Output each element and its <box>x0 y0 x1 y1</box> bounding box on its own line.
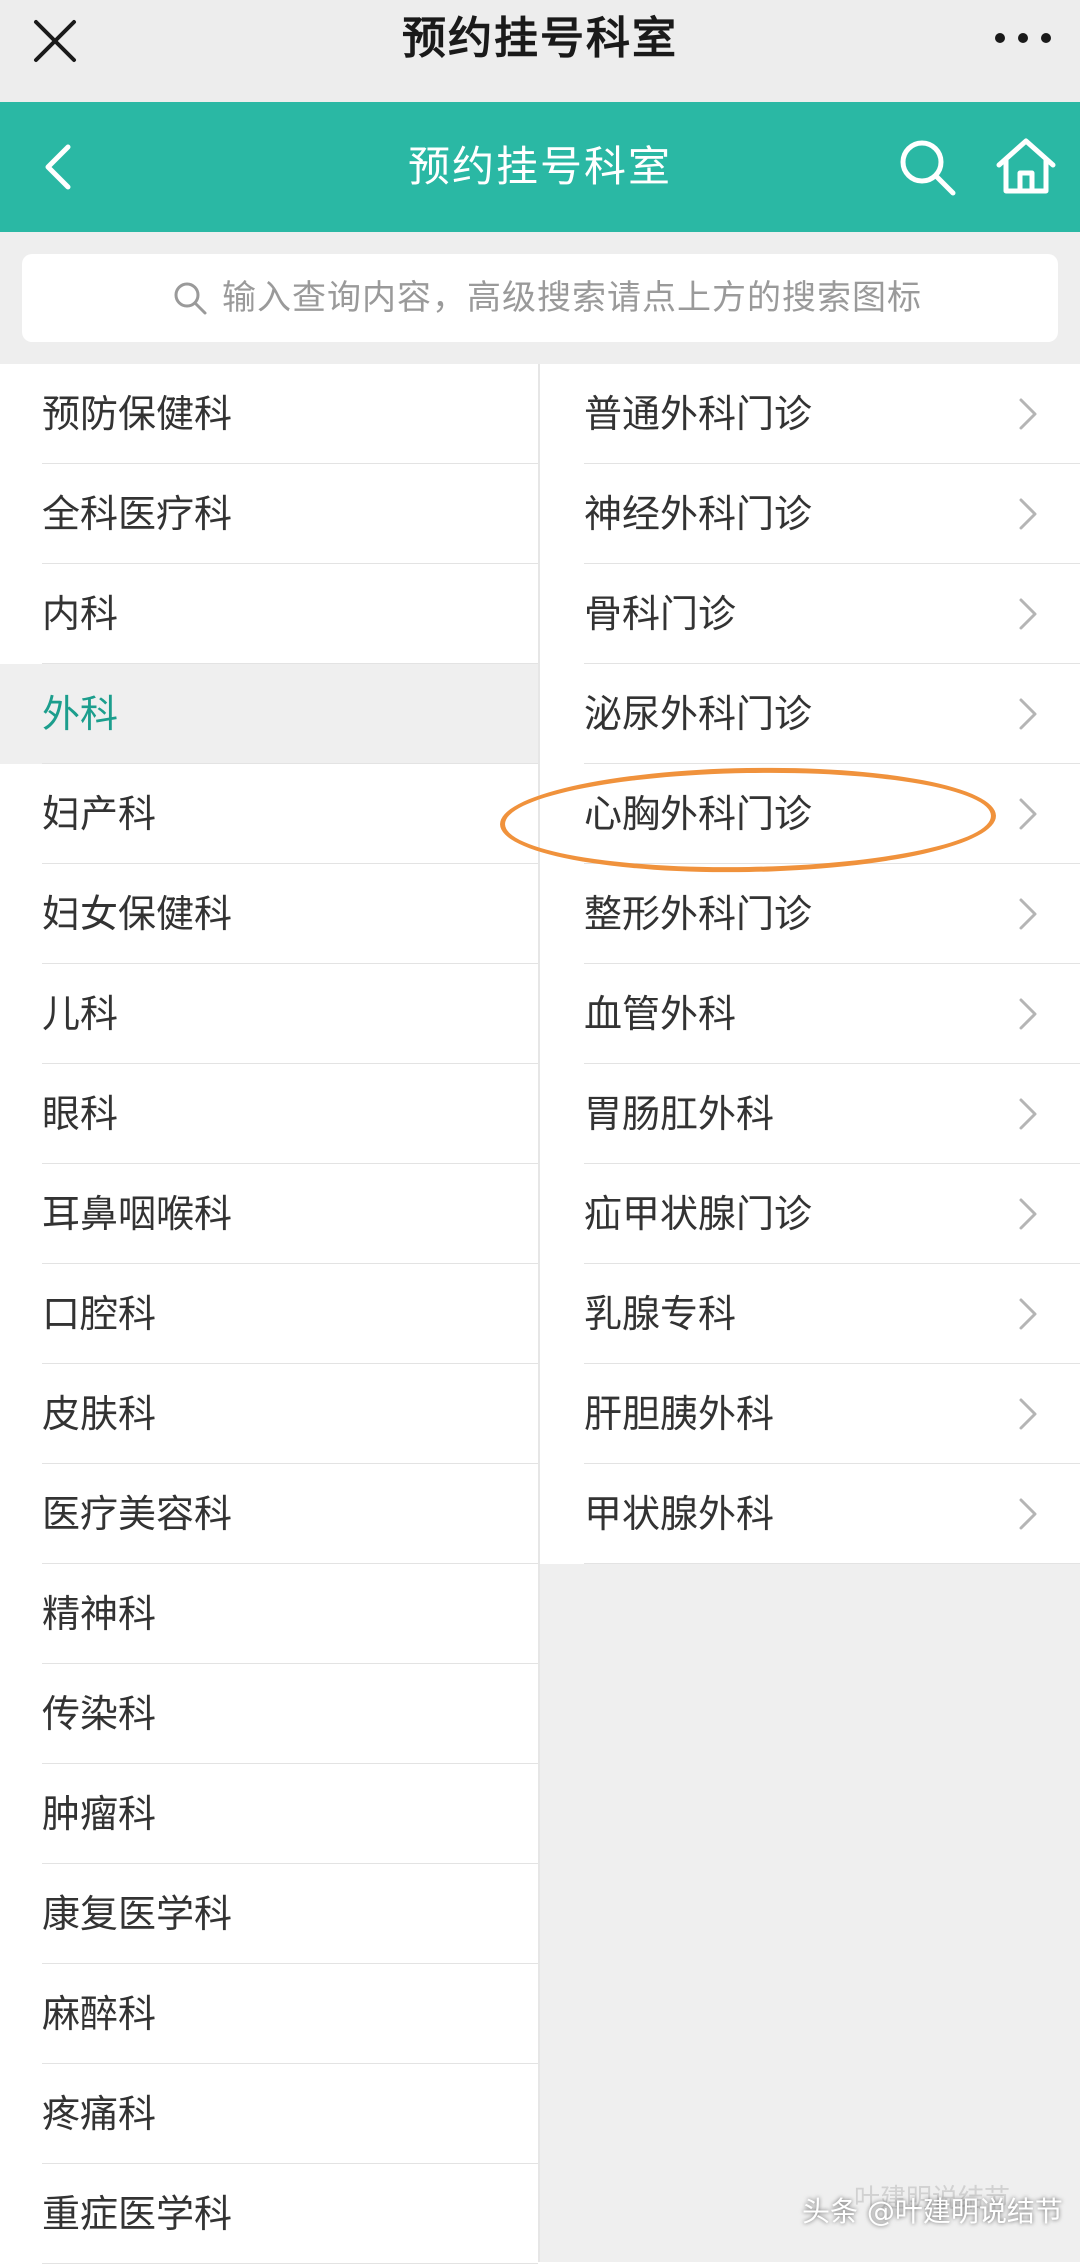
top-title-bar: 预约挂号科室 <box>0 0 1080 102</box>
sub-department-item-label: 泌尿外科门诊 <box>584 692 813 736</box>
department-item-label: 肿瘤科 <box>42 1792 157 1836</box>
sub-department-item-label: 肝胆胰外科 <box>584 1392 775 1436</box>
sub-department-item[interactable]: 疝甲状腺门诊 <box>540 1164 1080 1264</box>
sub-department-item[interactable]: 甲状腺外科 <box>540 1464 1080 1564</box>
department-item[interactable]: 麻醉科 <box>0 1964 538 2064</box>
sub-department-item-label: 胃肠肛外科 <box>584 1092 775 1136</box>
department-item[interactable]: 全科医疗科 <box>0 464 538 564</box>
chevron-right-icon <box>1019 398 1037 430</box>
sub-department-panel: 普通外科门诊 神经外科门诊 骨科门诊 泌尿外科门诊 心胸外科门诊 整形外科门诊 血管外科 胃肠… <box>538 364 1080 2262</box>
department-item-label: 外科 <box>42 692 119 736</box>
department-item[interactable]: 眼科 <box>0 1064 538 1164</box>
chevron-right-icon <box>1019 1098 1037 1130</box>
department-item[interactable]: 精神科 <box>0 1564 538 1664</box>
more-icon[interactable] <box>988 18 1058 58</box>
window-title: 预约挂号科室 <box>402 13 678 64</box>
sub-department-item[interactable]: 肝胆胰外科 <box>540 1364 1080 1464</box>
department-item-label: 妇女保健科 <box>42 892 233 936</box>
department-item[interactable]: 儿科 <box>0 964 538 1064</box>
sub-department-item[interactable]: 血管外科 <box>540 964 1080 1064</box>
department-item-label: 眼科 <box>42 1092 119 1136</box>
chevron-right-icon <box>1019 598 1037 630</box>
department-item-label: 耳鼻咽喉科 <box>42 1192 233 1236</box>
home-icon[interactable] <box>993 133 1059 199</box>
chevron-right-icon <box>1019 1198 1037 1230</box>
department-item[interactable]: 妇产科 <box>0 764 538 864</box>
sub-department-item[interactable]: 乳腺专科 <box>540 1264 1080 1364</box>
sub-department-item[interactable]: 骨科门诊 <box>540 564 1080 664</box>
department-item-label: 全科医疗科 <box>42 492 233 536</box>
sub-department-item-label: 骨科门诊 <box>584 592 737 636</box>
chevron-right-icon <box>1019 898 1037 930</box>
chevron-right-icon <box>1019 1298 1037 1330</box>
watermark: 头条 @叶建明说结节 <box>802 2195 1063 2228</box>
department-item[interactable]: 重症医学科 <box>0 2164 538 2264</box>
department-item-label: 皮肤科 <box>42 1392 157 1436</box>
sub-department-item-label: 疝甲状腺门诊 <box>584 1192 813 1236</box>
chevron-right-icon <box>1019 698 1037 730</box>
department-item[interactable]: 康复医学科 <box>0 1864 538 1964</box>
department-item[interactable]: 口腔科 <box>0 1264 538 1364</box>
department-item-label: 重症医学科 <box>42 2192 233 2236</box>
sub-department-item[interactable]: 神经外科门诊 <box>540 464 1080 564</box>
search-input[interactable]: 输入查询内容，高级搜索请点上方的搜索图标 <box>22 254 1058 342</box>
department-item-label: 医疗美容科 <box>42 1492 233 1536</box>
department-item[interactable]: 预防保健科 <box>0 364 538 464</box>
department-item[interactable]: 传染科 <box>0 1664 538 1764</box>
sub-department-item[interactable]: 整形外科门诊 <box>540 864 1080 964</box>
search-small-icon <box>174 282 207 315</box>
search-bar: 输入查询内容，高级搜索请点上方的搜索图标 <box>0 232 1080 364</box>
department-item-label: 内科 <box>42 592 119 636</box>
chevron-right-icon <box>1019 998 1037 1030</box>
department-category-list: 预防保健科全科医疗科内科外科妇产科妇女保健科儿科眼科耳鼻咽喉科口腔科皮肤科医疗美… <box>0 364 538 2264</box>
department-item-label: 妇产科 <box>42 792 157 836</box>
department-item[interactable]: 医疗美容科 <box>0 1464 538 1564</box>
search-placeholder: 输入查询内容，高级搜索请点上方的搜索图标 <box>222 278 922 318</box>
department-item-label: 口腔科 <box>42 1292 157 1336</box>
chevron-right-icon <box>1019 1498 1037 1530</box>
department-item[interactable]: 肿瘤科 <box>0 1764 538 1864</box>
department-item-label: 康复医学科 <box>42 1892 233 1936</box>
sub-department-list: 普通外科门诊 神经外科门诊 骨科门诊 泌尿外科门诊 心胸外科门诊 整形外科门诊 血管外科 胃肠… <box>540 364 1080 1564</box>
chevron-right-icon <box>1019 498 1037 530</box>
department-item-label: 疼痛科 <box>42 2092 157 2136</box>
sub-department-item-label: 整形外科门诊 <box>584 892 813 936</box>
sub-department-item[interactable]: 普通外科门诊 <box>540 364 1080 464</box>
sub-department-item-label: 乳腺专科 <box>584 1292 737 1336</box>
department-item[interactable]: 内科 <box>0 564 538 664</box>
sub-department-item-label: 甲状腺外科 <box>584 1492 775 1536</box>
department-item[interactable]: 外科 <box>0 664 538 764</box>
sub-department-item[interactable]: 胃肠肛外科 <box>540 1064 1080 1164</box>
department-item-label: 预防保健科 <box>42 392 233 436</box>
department-item-label: 儿科 <box>42 992 119 1036</box>
department-item-label: 麻醉科 <box>42 1992 157 2036</box>
sub-department-item-label: 神经外科门诊 <box>584 492 813 536</box>
sub-department-item-label: 普通外科门诊 <box>584 392 813 436</box>
sub-department-item-label: 血管外科 <box>584 992 737 1036</box>
department-item[interactable]: 疼痛科 <box>0 2064 538 2164</box>
department-item-label: 传染科 <box>42 1692 157 1736</box>
chevron-right-icon <box>1019 798 1037 830</box>
page-header: 预约挂号科室 <box>0 102 1080 232</box>
row-separator <box>584 1563 1080 1564</box>
sub-department-item[interactable]: 泌尿外科门诊 <box>540 664 1080 764</box>
department-item[interactable]: 妇女保健科 <box>0 864 538 964</box>
search-icon[interactable] <box>895 135 959 199</box>
department-item[interactable]: 皮肤科 <box>0 1364 538 1464</box>
department-item[interactable]: 耳鼻咽喉科 <box>0 1164 538 1264</box>
chevron-right-icon <box>1019 1398 1037 1430</box>
department-item-label: 精神科 <box>42 1592 157 1636</box>
